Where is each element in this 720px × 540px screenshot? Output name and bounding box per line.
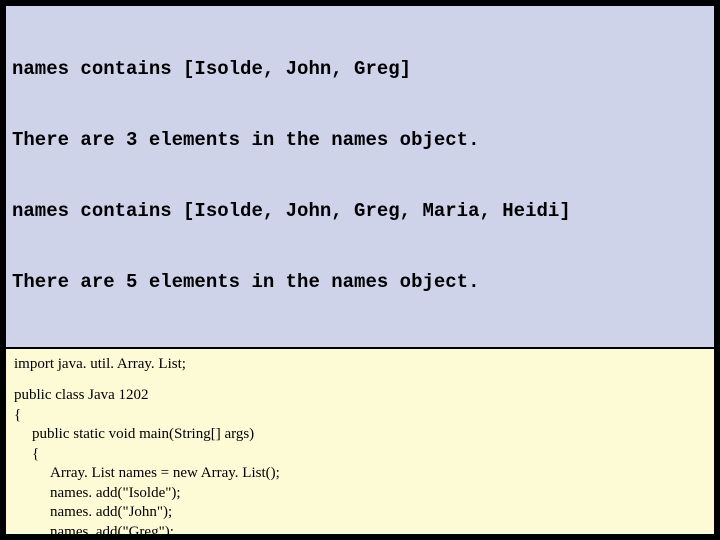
output-line: There are 5 elements in the names object… — [12, 271, 708, 295]
output-line: There are 3 elements in the names object… — [12, 129, 708, 153]
source-code-panel: import java. util. Array. List; public c… — [4, 349, 716, 537]
output-line: names contains [Isolde, John, Greg] — [12, 58, 708, 82]
code-line: Array. List names = new Array. List(); — [14, 464, 706, 484]
program-output-panel: names contains [Isolde, John, Greg] Ther… — [4, 4, 716, 349]
code-line: names. add("Greg"); — [14, 523, 706, 537]
output-line: names contains [Isolde, John, Greg, Mari… — [12, 200, 708, 224]
code-brace: { — [14, 406, 706, 426]
code-line: names. add("Isolde"); — [14, 484, 706, 504]
code-line: names. add("John"); — [14, 503, 706, 523]
code-brace: { — [14, 445, 706, 465]
code-main-decl: public static void main(String[] args) — [14, 425, 706, 445]
blank-line — [14, 374, 706, 386]
code-class-decl: public class Java 1202 — [14, 386, 706, 406]
slide-container: names contains [Isolde, John, Greg] Ther… — [0, 0, 720, 540]
code-import: import java. util. Array. List; — [14, 355, 706, 375]
